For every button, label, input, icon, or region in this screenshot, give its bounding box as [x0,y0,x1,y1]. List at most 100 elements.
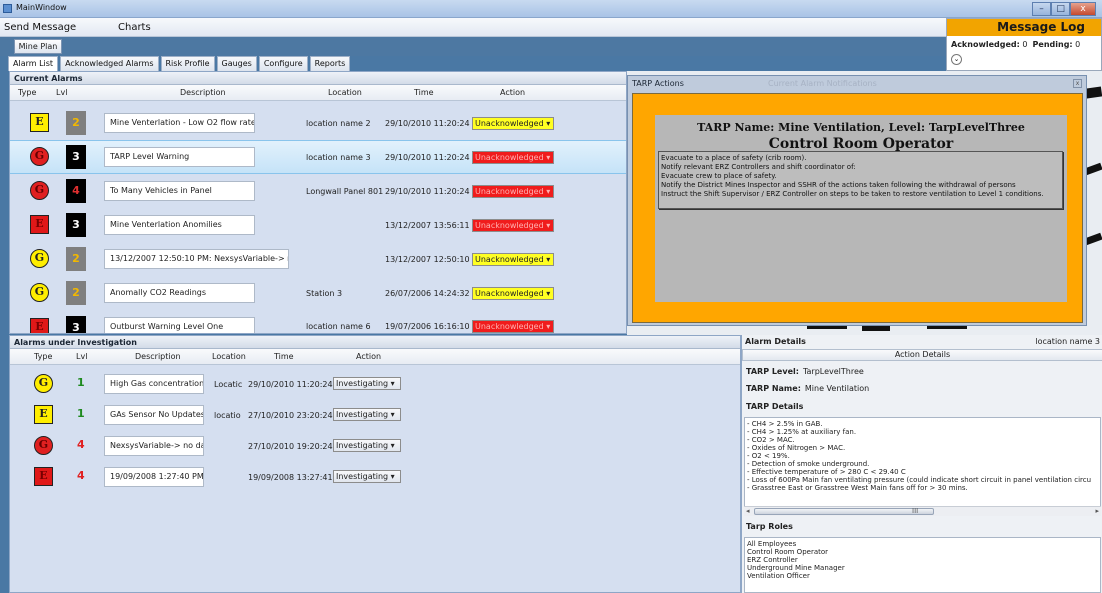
tarp-level-value: TarpLevelThree [802,367,864,376]
alarm-description: NexsysVariable-> no data [104,436,204,456]
action-details-button[interactable]: Action Details [742,349,1102,361]
table-row[interactable]: G 4 NexsysVariable-> no data 27/10/2010 … [10,430,740,460]
tarp-action-list: Evacuate to a place of safety (crib room… [658,151,1063,209]
pending-count: 0 [1075,40,1081,49]
action-dropdown[interactable]: Unacknowledged ▾ [472,320,554,333]
tab-risk-profile[interactable]: Risk Profile [160,56,215,71]
alarm-type-e-icon: E [30,215,49,234]
tarp-name-row: TARP Name: Mine Ventilation [746,384,869,393]
col-description[interactable]: Description [135,352,181,361]
action-dropdown[interactable]: Unacknowledged ▾ [472,287,554,300]
mine-plan-button[interactable]: Mine Plan [14,39,62,54]
col-time[interactable]: Time [274,352,294,361]
close-button[interactable]: x [1070,2,1096,16]
tarp-name-label: TARP Name: [746,384,801,393]
tab-configure[interactable]: Configure [258,56,308,71]
alarm-time: 19/09/2008 13:27:41 [248,473,333,482]
table-row[interactable]: E 2 Mine Venterlation - Low O2 flow rate… [10,106,626,140]
col-type[interactable]: Type [34,352,52,361]
action-dropdown[interactable]: Unacknowledged ▾ [472,117,554,130]
level-badge: 3 [66,316,86,333]
tarp-detail-item: - O2 < 19%. [747,452,790,460]
tarp-details-list[interactable]: - CH4 > 2.5% in GAB. - CH4 > 1.25% at au… [744,417,1101,514]
left-edge [0,71,8,593]
tarp-dialog-titlebar[interactable]: TARP Actions Current Alarm Notifications… [628,76,1086,91]
message-log-panel: Message Log Acknowledged: 0 Pending: 0 ⌄ [946,18,1102,71]
col-action[interactable]: Action [356,352,381,361]
table-row[interactable]: G 4 To Many Vehicles in Panel Longwall P… [10,174,626,208]
menu-charts[interactable]: Charts [118,22,151,33]
action-dropdown[interactable]: Unacknowledged ▾ [472,151,554,164]
window-title: MainWindow [16,3,67,12]
level-badge: 3 [66,145,86,169]
tarp-detail-item: - Effective temperature of > 280 C < 29.… [747,468,906,476]
alarm-location: Longwall Panel 801 [306,187,384,196]
alarm-description: Mine Venterlation Anomilies [104,215,255,235]
col-lvl[interactable]: Lvl [56,88,67,97]
alarm-time: 29/10/2010 11:20:24 [385,187,470,196]
horizontal-scrollbar[interactable]: ◂ III ▸ [744,506,1101,516]
action-dropdown[interactable]: Investigating ▾ [333,470,401,483]
col-description[interactable]: Description [180,88,226,97]
action-dropdown[interactable]: Investigating ▾ [333,408,401,421]
tab-gauges[interactable]: Gauges [216,56,257,71]
table-row[interactable]: G 1 High Gas concentration Sl Locatic 29… [10,368,740,398]
col-lvl[interactable]: Lvl [76,352,87,361]
tarp-detail-item: - Loss of 600Pa Main fan ventilating pre… [747,476,1092,484]
action-dropdown[interactable]: Unacknowledged ▾ [472,219,554,232]
alarm-time: 27/10/2010 19:20:24 [248,442,333,451]
action-dropdown[interactable]: Investigating ▾ [333,439,401,452]
message-counts: Acknowledged: 0 Pending: 0 [951,40,1080,49]
table-row[interactable]: E 1 GAs Sensor No Updates locatio 27/10/… [10,399,740,429]
ghost-title: Current Alarm Notifications [768,79,877,88]
toolbar-strip [0,37,946,56]
tarp-roles-list[interactable]: All Employees Control Room Operator ERZ … [744,537,1101,593]
alarm-time: 27/10/2010 23:20:24 [248,411,333,420]
col-action[interactable]: Action [500,88,525,97]
maximize-button[interactable]: □ [1051,2,1071,16]
scroll-left-icon[interactable]: ◂ [746,507,750,515]
scroll-thumb[interactable] [754,508,934,515]
tarp-action-item: Evacuate crew to place of safety. [661,172,777,180]
title-bar: MainWindow – □ x [0,0,1102,18]
chevron-down-icon[interactable]: ⌄ [951,54,962,65]
tarp-name-line: TARP Name: Mine Ventilation, Level: Tarp… [697,121,1025,134]
current-alarms-header: Type Lvl Description Location Time Actio… [10,85,626,101]
investigation-panel: Alarms under Investigation Type Lvl Desc… [9,335,741,593]
col-type[interactable]: Type [18,88,36,97]
tarp-actions-dialog: TARP Actions Current Alarm Notifications… [627,75,1087,326]
action-dropdown[interactable]: Unacknowledged ▾ [472,185,554,198]
alarm-description: High Gas concentration Sl [104,374,204,394]
tab-strip: Alarm List Acknowledged Alarms Risk Prof… [8,56,351,71]
current-alarms-title: Current Alarms [10,72,626,85]
message-log-title: Message Log [947,19,1101,36]
col-time[interactable]: Time [414,88,434,97]
table-row-selected[interactable]: G 3 TARP Level Warning location name 3 2… [10,140,626,174]
tarp-close-icon[interactable]: x [1073,79,1082,88]
tab-reports[interactable]: Reports [309,56,351,71]
tarp-detail-item: - CH4 > 1.25% at auxiliary fan. [747,428,857,436]
tarp-action-item: Instruct the Shift Supervisor / ERZ Cont… [661,190,1044,198]
alarm-description: TARP Level Warning [104,147,255,167]
alarm-type-g-icon: G [34,436,53,455]
alarm-location: location name 3 [306,153,371,162]
minimize-button[interactable]: – [1032,2,1052,16]
table-row[interactable]: G 2 Anomally CO2 Readings Station 3 26/0… [10,276,626,310]
role-item: Ventilation Officer [747,572,810,580]
tarp-content: TARP Name: Mine Ventilation, Level: Tarp… [655,115,1067,302]
action-dropdown[interactable]: Investigating ▾ [333,377,401,390]
alarm-type-g-icon: G [30,249,49,268]
col-location[interactable]: Location [212,352,246,361]
action-dropdown[interactable]: Unacknowledged ▾ [472,253,554,266]
tab-acknowledged-alarms[interactable]: Acknowledged Alarms [60,56,159,71]
table-row[interactable]: E 3 Outburst Warning Level One location … [10,310,626,333]
alarm-description: Anomally CO2 Readings [104,283,255,303]
tab-alarm-list[interactable]: Alarm List [8,56,59,71]
table-row[interactable]: E 3 Mine Venterlation Anomilies 13/12/20… [10,208,626,242]
table-row[interactable]: G 2 13/12/2007 12:50:10 PM: NexsysVariab… [10,242,626,276]
tarp-detail-item: - Oxides of Nitrogen > MAC. [747,444,846,452]
table-row[interactable]: E 4 19/09/2008 1:27:40 PM: I 19/09/2008 … [10,461,740,491]
scroll-right-icon[interactable]: ▸ [1095,507,1099,515]
menu-send-message[interactable]: Send Message [4,22,76,33]
col-location[interactable]: Location [328,88,362,97]
